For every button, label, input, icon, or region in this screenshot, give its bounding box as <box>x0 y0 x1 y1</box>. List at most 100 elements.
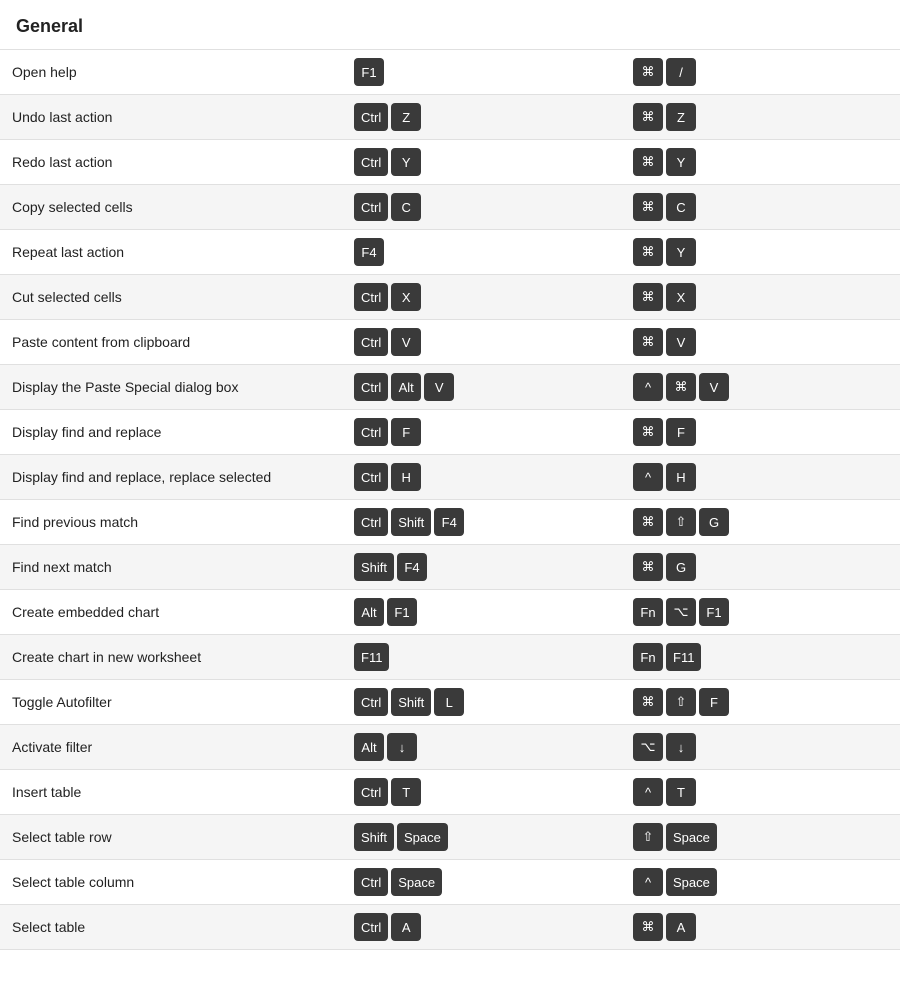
key-badge: L <box>434 688 464 716</box>
page: General Open helpF1⌘/Undo last actionCtr… <box>0 0 900 993</box>
win-keys-cell: AltF1 <box>342 590 621 635</box>
key-badge: F4 <box>354 238 384 266</box>
key-badge: ⌥ <box>666 598 696 626</box>
key-badge: ⌘ <box>633 688 663 716</box>
mac-keys-cell: ^T <box>621 770 900 815</box>
key-badge: X <box>391 283 421 311</box>
key-badge: ↓ <box>666 733 696 761</box>
key-badge: ^ <box>633 463 663 491</box>
key-badge: Alt <box>354 733 384 761</box>
table-row: Create chart in new worksheet F11 FnF11 <box>0 635 900 680</box>
key-badge: Space <box>391 868 442 896</box>
win-keys-cell: CtrlF <box>342 410 621 455</box>
action-cell: Cut selected cells <box>0 275 342 320</box>
key-badge: Fn <box>633 598 663 626</box>
table-row: Find previous matchCtrlShiftF4⌘⇧G <box>0 500 900 545</box>
key-badge: V <box>699 373 729 401</box>
key-badge: Shift <box>354 553 394 581</box>
key-badge: ⌘ <box>633 193 663 221</box>
table-row: Redo last actionCtrlY⌘Y <box>0 140 900 185</box>
key-badge: F1 <box>354 58 384 86</box>
mac-keys-cell: ⌘/ <box>621 50 900 95</box>
key-badge: G <box>699 508 729 536</box>
key-badge: / <box>666 58 696 86</box>
mac-keys-cell: ^⌘V <box>621 365 900 410</box>
key-badge: X <box>666 283 696 311</box>
table-row: Create embedded chartAltF1Fn⌥F1 <box>0 590 900 635</box>
key-badge: Ctrl <box>354 193 388 221</box>
key-badge: ⌘ <box>633 103 663 131</box>
key-badge: F4 <box>434 508 464 536</box>
key-badge: A <box>391 913 421 941</box>
action-cell: Display find and replace, replace select… <box>0 455 342 500</box>
table-row: Open help F1 ⌘/ <box>0 50 900 95</box>
key-badge: Ctrl <box>354 418 388 446</box>
mac-keys-cell: ⌘Z <box>621 95 900 140</box>
win-keys-cell: CtrlH <box>342 455 621 500</box>
key-badge: ⌘ <box>633 553 663 581</box>
key-badge: Ctrl <box>354 913 388 941</box>
mac-keys-cell: ⌘V <box>621 320 900 365</box>
win-keys-cell: CtrlT <box>342 770 621 815</box>
table-row: Insert tableCtrlT^T <box>0 770 900 815</box>
key-badge: ⌘ <box>633 58 663 86</box>
win-keys-cell: CtrlX <box>342 275 621 320</box>
key-badge: Space <box>397 823 448 851</box>
table-row: Copy selected cellsCtrlC⌘C <box>0 185 900 230</box>
mac-keys-cell: ⌘F <box>621 410 900 455</box>
table-row: Cut selected cellsCtrlX⌘X <box>0 275 900 320</box>
mac-keys-cell: ⌘C <box>621 185 900 230</box>
key-badge: Shift <box>354 823 394 851</box>
win-keys-cell: CtrlV <box>342 320 621 365</box>
win-keys-cell: F4 <box>342 230 621 275</box>
mac-keys-cell: ^H <box>621 455 900 500</box>
key-badge: F11 <box>354 643 389 671</box>
key-badge: Y <box>666 238 696 266</box>
action-cell: Repeat last action <box>0 230 342 275</box>
mac-keys-cell: ⌘G <box>621 545 900 590</box>
table-row: Select table column CtrlSpace ^Space <box>0 860 900 905</box>
action-cell: Copy selected cells <box>0 185 342 230</box>
action-cell: Select table column <box>0 860 342 905</box>
table-row: Undo last actionCtrlZ⌘Z <box>0 95 900 140</box>
key-badge: Y <box>666 148 696 176</box>
key-badge: F1 <box>699 598 729 626</box>
table-row: Display find and replace, replace select… <box>0 455 900 500</box>
action-cell: Paste content from clipboard <box>0 320 342 365</box>
section-title: General <box>0 16 900 49</box>
key-badge: T <box>391 778 421 806</box>
win-keys-cell: Alt↓ <box>342 725 621 770</box>
win-keys-cell: F11 <box>342 635 621 680</box>
key-badge: F <box>666 418 696 446</box>
action-cell: Insert table <box>0 770 342 815</box>
win-keys-cell: CtrlA <box>342 905 621 950</box>
win-keys-cell: CtrlShiftL <box>342 680 621 725</box>
table-row: Display find and replaceCtrlF⌘F <box>0 410 900 455</box>
key-badge: Ctrl <box>354 688 388 716</box>
key-badge: Alt <box>354 598 384 626</box>
key-badge: Ctrl <box>354 148 388 176</box>
key-badge: ⌘ <box>633 328 663 356</box>
mac-keys-cell: FnF11 <box>621 635 900 680</box>
mac-keys-cell: ⌘Y <box>621 230 900 275</box>
action-cell: Create chart in new worksheet <box>0 635 342 680</box>
key-badge: F4 <box>397 553 427 581</box>
key-badge: Shift <box>391 508 431 536</box>
action-cell: Open help <box>0 50 342 95</box>
key-badge: Z <box>391 103 421 131</box>
mac-keys-cell: ⌘A <box>621 905 900 950</box>
key-badge: V <box>666 328 696 356</box>
key-badge: T <box>666 778 696 806</box>
key-badge: C <box>666 193 696 221</box>
key-badge: F <box>391 418 421 446</box>
key-badge: Ctrl <box>354 868 388 896</box>
key-badge: ↓ <box>387 733 417 761</box>
win-keys-cell: CtrlC <box>342 185 621 230</box>
mac-keys-cell: ⌘⇧F <box>621 680 900 725</box>
win-keys-cell: CtrlAltV <box>342 365 621 410</box>
shortcuts-table: Open helpF1⌘/Undo last actionCtrlZ⌘ZRedo… <box>0 49 900 950</box>
mac-keys-cell: ^Space <box>621 860 900 905</box>
table-row: Display the Paste Special dialog boxCtrl… <box>0 365 900 410</box>
key-badge: Fn <box>633 643 663 671</box>
key-badge: ⇧ <box>666 688 696 716</box>
